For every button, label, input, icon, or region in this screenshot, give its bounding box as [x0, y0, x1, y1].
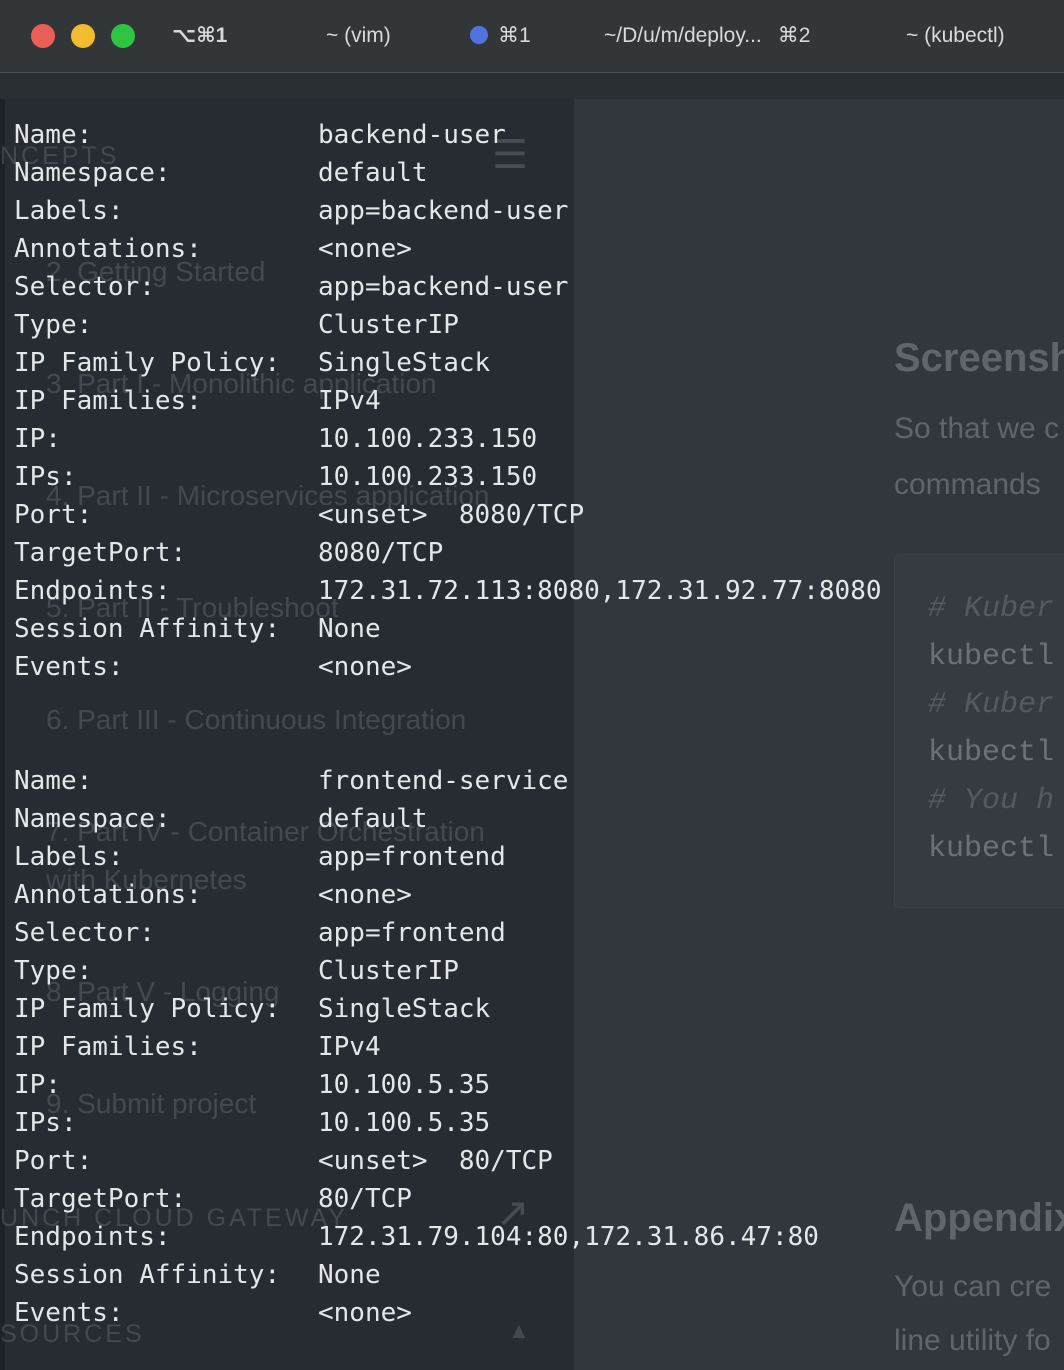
field-value: 80/TCP	[318, 1184, 412, 1214]
code-comment: # You h	[928, 784, 1055, 818]
close-window-button[interactable]	[31, 24, 55, 48]
docs-heading: Screensh	[894, 336, 1064, 380]
field-key: Events:	[14, 1298, 124, 1328]
window-edge	[0, 72, 5, 1370]
field-value: backend-user	[318, 120, 506, 150]
field-value: IPv4	[318, 386, 381, 416]
docs-paragraph: So that we c	[894, 412, 1060, 445]
field-key: Annotations:	[14, 880, 202, 910]
field-value: SingleStack	[318, 348, 491, 378]
terminal-window: NCEPTS ☰ 2. Getting Started 3. Part I - …	[0, 0, 1064, 1370]
field-value: frontend-service	[318, 766, 569, 796]
field-key: Events:	[14, 652, 124, 682]
field-key: IP:	[14, 424, 61, 454]
tab-vim[interactable]: ~ (vim)	[326, 22, 391, 50]
field-value: app=backend-user	[318, 196, 569, 226]
field-value: default	[318, 804, 428, 834]
field-value: 8080/TCP	[318, 538, 444, 568]
tab-deploy[interactable]: ~/D/u/m/deploy... ⌘2	[604, 22, 810, 50]
code-command: kubectl	[928, 832, 1055, 866]
field-value: <unset> 8080/TCP	[318, 500, 585, 530]
field-key: Selector:	[14, 272, 155, 302]
field-value: ClusterIP	[318, 956, 459, 986]
chevron-up-icon[interactable]: ▲	[508, 1318, 530, 1344]
field-value: 10.100.5.35	[318, 1108, 491, 1138]
tab-label: ⌘1	[498, 24, 531, 47]
tab-shortcut-1[interactable]: ⌘1	[470, 22, 531, 50]
docs-paragraph: You can cre	[894, 1270, 1052, 1303]
field-key: Endpoints:	[14, 1222, 171, 1252]
field-key: Type:	[14, 310, 93, 340]
field-key: TargetPort:	[14, 538, 187, 568]
field-key: IPs:	[14, 1108, 77, 1138]
field-value: <none>	[318, 652, 412, 682]
field-key: Selector:	[14, 918, 155, 948]
minimize-window-button[interactable]	[71, 24, 95, 48]
code-command: kubectl	[928, 736, 1055, 770]
field-key: TargetPort:	[14, 1184, 187, 1214]
field-key: Type:	[14, 956, 93, 986]
field-value: app=frontend	[318, 842, 506, 872]
docs-nav-item[interactable]: 9. Submit project	[46, 1088, 256, 1120]
field-value: None	[318, 614, 381, 644]
field-value: None	[318, 1260, 381, 1290]
field-value: 10.100.233.150	[318, 424, 538, 454]
field-key: Labels:	[14, 842, 124, 872]
tab-label: ~ (vim)	[326, 24, 391, 47]
field-key: IP Family Policy:	[14, 348, 281, 378]
field-value: 10.100.233.150	[318, 462, 538, 492]
field-key: Endpoints:	[14, 576, 171, 606]
field-key: Session Affinity:	[14, 614, 281, 644]
field-key: Session Affinity:	[14, 1260, 281, 1290]
field-value: <none>	[318, 1298, 412, 1328]
field-value: <unset> 80/TCP	[318, 1146, 553, 1176]
code-command: kubectl	[928, 640, 1055, 674]
field-key: IP Families:	[14, 1032, 202, 1062]
field-value: SingleStack	[318, 994, 491, 1024]
field-key: Labels:	[14, 196, 124, 226]
docs-paragraph: commands	[894, 468, 1041, 501]
field-value: app=backend-user	[318, 272, 569, 302]
field-value: 172.31.72.113:8080,172.31.92.77:8080	[318, 576, 882, 606]
activity-dot-icon	[470, 26, 488, 44]
field-value: default	[318, 158, 428, 188]
tab-label: ~ (kubectl)	[906, 24, 1005, 47]
field-value: <none>	[318, 880, 412, 910]
tab-shortcut: ⌘2	[777, 24, 811, 47]
field-key: Name:	[14, 766, 93, 796]
docs-nav-item[interactable]: 6. Part III - Continuous Integration	[46, 704, 466, 736]
title-bar: ⌥⌘1 ~ (vim) ⌘1 ~/D/u/m/deploy... ⌘2 ~ (ku…	[0, 0, 1064, 73]
field-key: IP Family Policy:	[14, 994, 281, 1024]
field-value: <none>	[318, 234, 412, 264]
field-value: ClusterIP	[318, 310, 459, 340]
zoom-window-button[interactable]	[111, 24, 135, 48]
docs-heading: Appendix	[894, 1196, 1064, 1240]
field-value: app=frontend	[318, 918, 506, 948]
field-key: Namespace:	[14, 158, 171, 188]
field-key: Name:	[14, 120, 93, 150]
field-key: Port:	[14, 1146, 93, 1176]
field-key: Annotations:	[14, 234, 202, 264]
tab-bar-divider	[0, 73, 1064, 99]
code-comment: # Kuber	[928, 592, 1055, 626]
tab-kubectl[interactable]: ~ (kubectl)	[906, 22, 1005, 50]
field-key: IP Families:	[14, 386, 202, 416]
field-value: 172.31.79.104:80,172.31.86.47:80	[318, 1222, 819, 1252]
field-value: IPv4	[318, 1032, 381, 1062]
tab-label: ~/D/u/m/deploy...	[604, 24, 762, 47]
docs-paragraph: line utility fo	[894, 1324, 1051, 1357]
field-key: IP:	[14, 1070, 61, 1100]
tab-active-shortcut[interactable]: ⌥⌘1	[172, 22, 227, 50]
field-key: Namespace:	[14, 804, 171, 834]
field-key: IPs:	[14, 462, 77, 492]
field-value: 10.100.5.35	[318, 1070, 491, 1100]
field-key: Port:	[14, 500, 93, 530]
code-comment: # Kuber	[928, 688, 1055, 722]
